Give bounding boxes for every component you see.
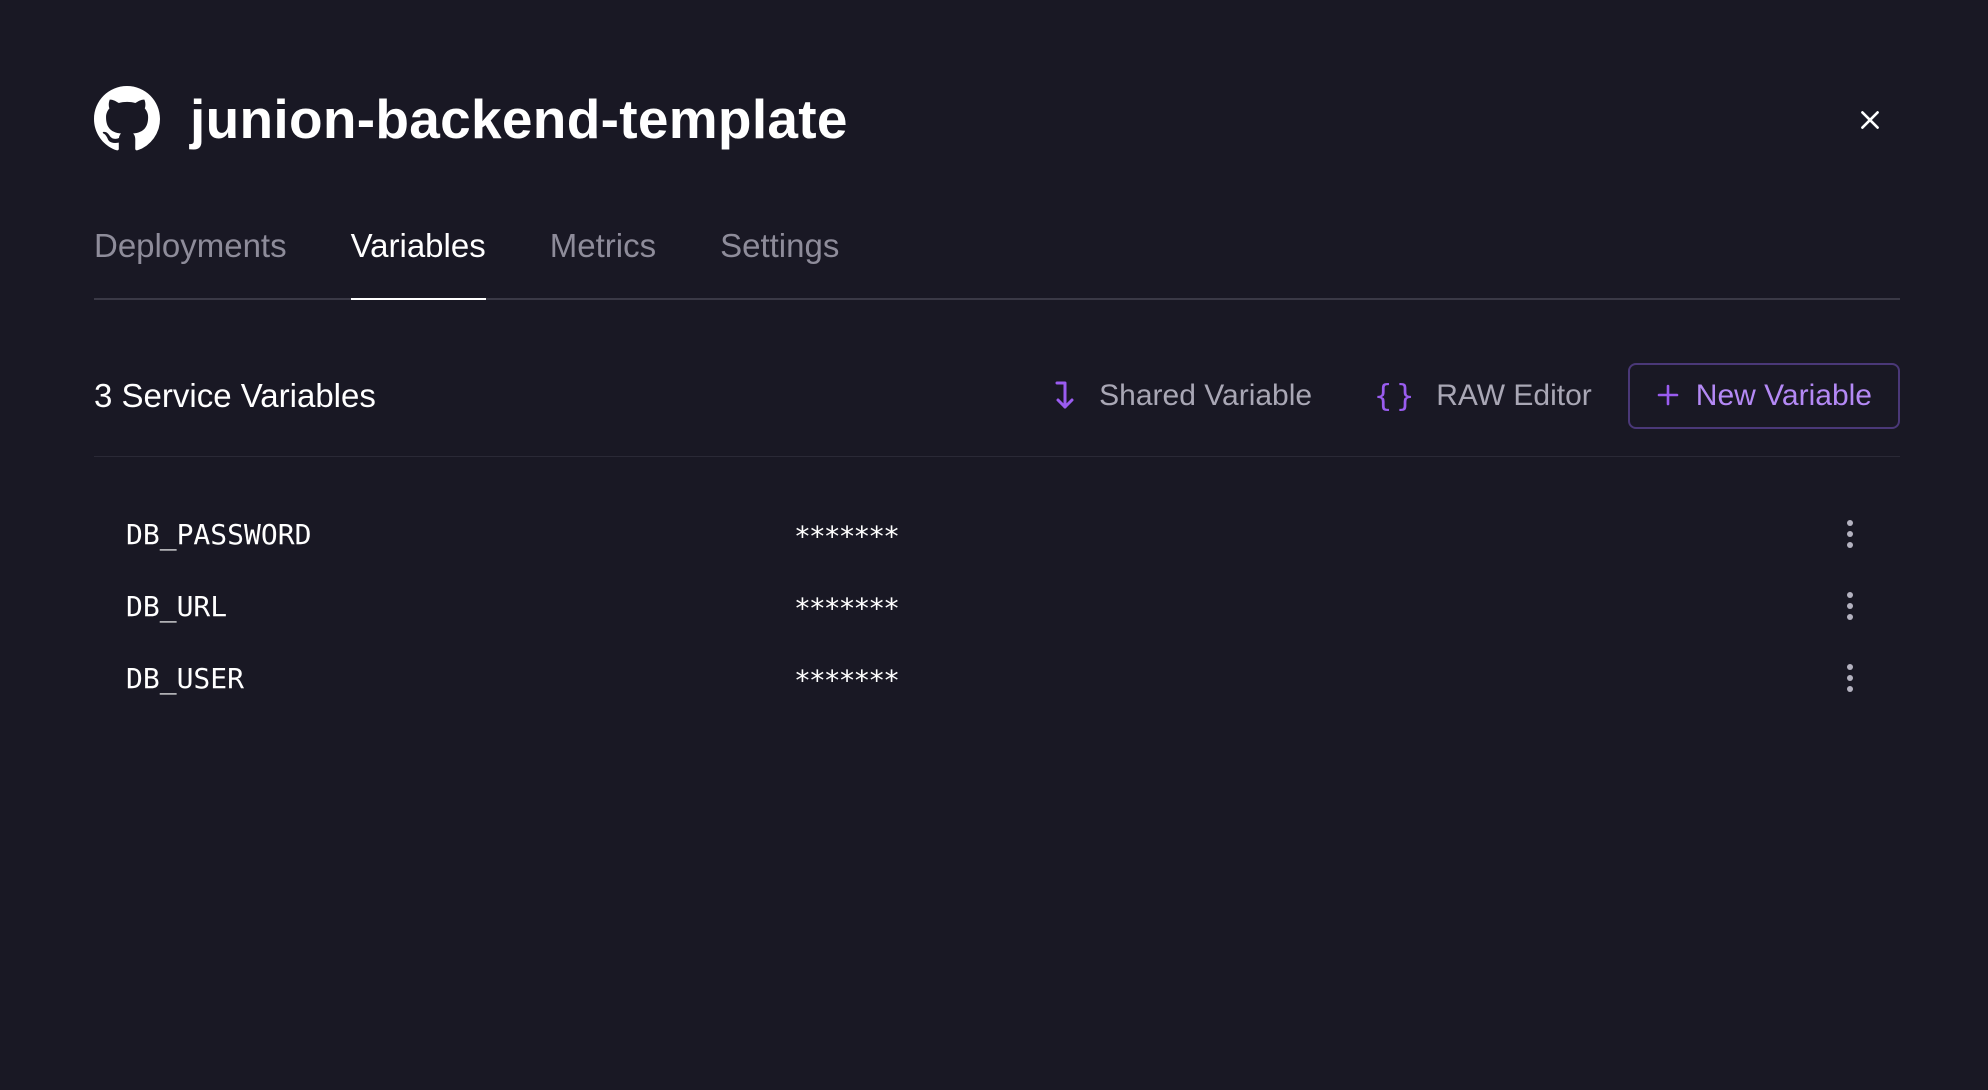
tab-bar: Deployments Variables Metrics Settings xyxy=(94,220,1900,300)
github-icon xyxy=(94,86,160,152)
variable-row[interactable]: DB_URL ******* xyxy=(94,570,1900,642)
page-title: junion-backend-template xyxy=(190,88,848,150)
panel-header: junion-backend-template xyxy=(94,84,1900,154)
new-variable-button[interactable]: New Variable xyxy=(1627,363,1900,429)
variables-list: DB_PASSWORD ******* DB_URL ******* DB_US… xyxy=(94,498,1900,714)
raw-editor-label: RAW Editor xyxy=(1436,379,1592,412)
service-variables-count: 3 Service Variables xyxy=(94,377,376,414)
braces-icon: {} xyxy=(1374,378,1419,414)
tab-deployments[interactable]: Deployments xyxy=(94,220,287,298)
new-variable-label: New Variable xyxy=(1695,379,1872,412)
variables-toolbar: 3 Service Variables Shared Variable {} R… xyxy=(94,362,1900,457)
shared-variable-label: Shared Variable xyxy=(1099,379,1313,412)
tab-settings[interactable]: Settings xyxy=(720,220,839,298)
raw-editor-button[interactable]: {} RAW Editor xyxy=(1374,362,1592,430)
more-options-icon[interactable] xyxy=(1840,656,1860,700)
toolbar-actions: Shared Variable {} RAW Editor New Variab… xyxy=(1051,362,1900,430)
variable-value: ******* xyxy=(794,520,900,553)
variable-value: ******* xyxy=(794,664,900,697)
variable-row[interactable]: DB_USER ******* xyxy=(94,642,1900,714)
tab-variables[interactable]: Variables xyxy=(350,220,486,300)
more-options-icon[interactable] xyxy=(1840,512,1860,556)
shared-variable-button[interactable]: Shared Variable xyxy=(1051,362,1312,430)
close-icon xyxy=(1861,111,1879,129)
service-panel: junion-backend-template Deployments Vari… xyxy=(94,0,1900,1090)
more-options-icon[interactable] xyxy=(1840,584,1860,628)
variable-value: ******* xyxy=(794,592,900,625)
variable-name: DB_USER xyxy=(126,661,245,695)
close-button[interactable] xyxy=(1848,98,1892,142)
plus-icon xyxy=(1656,379,1680,413)
arrow-down-right-icon xyxy=(1051,379,1081,413)
variable-name: DB_PASSWORD xyxy=(126,517,312,551)
tab-metrics[interactable]: Metrics xyxy=(550,220,656,298)
variable-row[interactable]: DB_PASSWORD ******* xyxy=(94,498,1900,570)
variable-name: DB_URL xyxy=(126,589,228,623)
